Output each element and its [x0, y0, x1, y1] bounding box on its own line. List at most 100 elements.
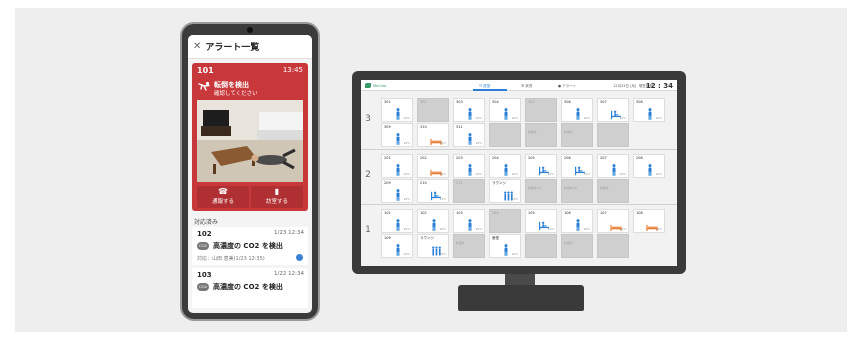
room-status-label: 外出中	[456, 241, 465, 245]
room-tile[interactable]: 201 24℃	[381, 154, 413, 178]
room-temperature: 24℃	[403, 198, 410, 201]
room-number: 105	[528, 211, 535, 215]
room-tile[interactable]: 101 24℃	[381, 209, 413, 233]
room-number: 304	[492, 100, 499, 104]
room-tile[interactable]: 207 24℃	[597, 154, 629, 178]
room-number: 202	[420, 156, 427, 160]
standing-person-icon	[394, 241, 402, 256]
standing-person-icon	[574, 105, 582, 120]
visit-room-button[interactable]: ▮ 訪室する	[251, 186, 303, 208]
room-tile[interactable]: 外出中 (2)	[561, 179, 593, 203]
co2-icon: CO2	[197, 242, 209, 250]
room-number: 204	[492, 156, 499, 160]
room-tile[interactable]: 202 24℃	[417, 154, 449, 178]
room-tile[interactable]	[597, 234, 629, 258]
room-tile[interactable]: 304 24℃	[489, 98, 521, 122]
room-tile[interactable]: 205 24℃	[525, 154, 557, 178]
room-number: 308	[636, 100, 643, 104]
room-tile[interactable]: ラウンジ 24℃	[489, 179, 521, 203]
room-temperature: 24℃	[655, 173, 662, 176]
room-tile[interactable]: 外出中 (1)	[525, 179, 557, 203]
room-number: 301	[384, 100, 391, 104]
room-tile[interactable]: 108 24℃	[633, 209, 665, 233]
room-temperature: 24℃	[547, 173, 554, 176]
fall-icon	[198, 81, 210, 91]
standing-person-icon	[502, 105, 510, 120]
floor-row: 1 101 24℃ 102 24℃ 103 24℃ 104 105 24℃ 106 24℃ 107 24℃…	[361, 204, 677, 259]
room-tile[interactable]: 308 24℃	[633, 98, 665, 122]
room-tile[interactable]	[597, 123, 629, 147]
room-tile[interactable]: 311 24℃	[453, 123, 485, 147]
standing-person-icon	[466, 105, 474, 120]
room-tile[interactable]: 302	[417, 98, 449, 122]
standing-person-icon	[502, 241, 510, 256]
room-number: 208	[636, 156, 643, 160]
room-tile[interactable]: 305	[525, 98, 557, 122]
handled-alert-card[interactable]: 103 1/22 12:34 CO2 高濃度の CO2 を検出	[192, 268, 308, 308]
handled-alert-card[interactable]: 102 1/23 12:34 CO2 高濃度の CO2 を検出 対応：山田 恵美…	[192, 227, 308, 265]
room-tile[interactable]: 309 24℃	[381, 123, 413, 147]
room-number: 201	[384, 156, 391, 160]
room-tile[interactable]: 210 24℃	[417, 179, 449, 203]
room-tile[interactable]: 外出中	[597, 179, 629, 203]
bed-icon	[430, 161, 442, 176]
room-tile[interactable]: 外出中	[525, 123, 557, 147]
call-button[interactable]: ☎ 通報する	[197, 186, 249, 208]
room-tile[interactable]	[525, 234, 557, 258]
room-tile[interactable]: 外出中	[453, 234, 485, 258]
room-number: 307	[600, 100, 607, 104]
monitor-stand	[458, 285, 584, 311]
room-tile[interactable]	[489, 123, 521, 147]
room-temperature: 24℃	[619, 117, 626, 120]
room-tile[interactable]: 307 24℃	[597, 98, 629, 122]
room-tile[interactable]: 206 24℃	[561, 154, 593, 178]
room-tile[interactable]: ラウンジ 24℃	[417, 234, 449, 258]
room-tile[interactable]: 103 24℃	[453, 209, 485, 233]
handler-info: 対応：山田 恵美(1/23 12:35)	[197, 256, 265, 262]
room-temperature: 24℃	[439, 228, 446, 231]
room-tile[interactable]: 104	[489, 209, 521, 233]
room-temperature: 24℃	[583, 173, 590, 176]
close-icon[interactable]: ✕	[193, 41, 201, 52]
room-tile[interactable]: 外出中	[561, 234, 593, 258]
room-tile[interactable]: 301 24℃	[381, 98, 413, 122]
visit-button-label: 訪室する	[265, 199, 288, 205]
room-tile[interactable]: 306 24℃	[561, 98, 593, 122]
room-number: 109	[384, 236, 391, 240]
room-tile[interactable]: 109 24℃	[381, 234, 413, 258]
room-number: 106	[564, 211, 571, 215]
camera-dot	[247, 27, 253, 33]
room-tile[interactable]: 102 24℃	[417, 209, 449, 233]
room-tile[interactable]: 107 24℃	[597, 209, 629, 233]
room-tile[interactable]: 食堂 24℃	[489, 234, 521, 258]
room-tile[interactable]: 外出中	[561, 123, 593, 147]
group-icon	[502, 186, 513, 201]
tab-alerts[interactable]: ● アラート	[558, 84, 576, 89]
tab-status[interactable]: ☰ 状況	[521, 84, 532, 89]
smartphone: ✕ アラート一覧 101 13:45 転倒を検出 確認してください ☎ 通報する…	[180, 22, 320, 321]
room-tile[interactable]: 203 24℃	[453, 154, 485, 178]
tab-rooms[interactable]: ☷ 居室	[479, 84, 490, 89]
floor-number: 2	[365, 170, 371, 180]
room-tile[interactable]: 303 24℃	[453, 98, 485, 122]
room-tile[interactable]: 106 24℃	[561, 209, 593, 233]
standing-person-icon	[394, 105, 402, 120]
standing-person-icon	[430, 216, 438, 231]
room-number: 104	[492, 211, 499, 215]
room-tile[interactable]: 209 24℃	[381, 179, 413, 203]
standing-person-icon	[646, 161, 654, 176]
app-logo-icon	[365, 83, 371, 88]
room-number: 205	[528, 156, 535, 160]
alert-list-title: アラート一覧	[205, 43, 260, 53]
room-number: 210	[420, 181, 427, 185]
room-number: 305	[528, 100, 535, 104]
standing-person-icon	[466, 130, 474, 145]
room-tile[interactable]: 211	[453, 179, 485, 203]
room-temperature: 24℃	[475, 173, 482, 176]
room-tile[interactable]: 208 24℃	[633, 154, 665, 178]
room-tile[interactable]: 310 24℃	[417, 123, 449, 147]
standing-person-icon	[466, 161, 474, 176]
room-tile[interactable]: 105 24℃	[525, 209, 557, 233]
room-tile[interactable]: 204 24℃	[489, 154, 521, 178]
active-alert-card[interactable]: 101 13:45 転倒を検出 確認してください ☎ 通報する ▮ 訪室する	[192, 63, 308, 211]
